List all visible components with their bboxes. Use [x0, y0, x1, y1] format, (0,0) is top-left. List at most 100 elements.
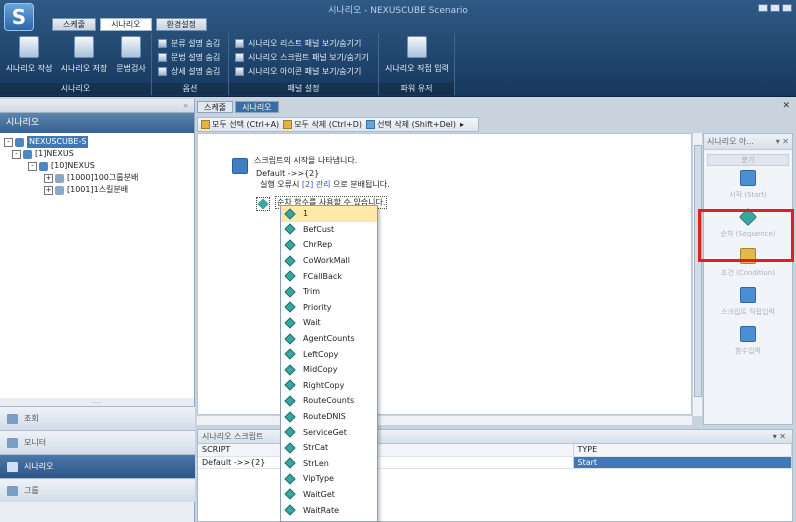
minimize-icon[interactable] [758, 4, 768, 12]
nav-label: 조회 [24, 414, 39, 423]
close-tab-icon[interactable]: ✕ [782, 101, 790, 111]
tree-node[interactable]: + [1000]100그룹분배 [4, 172, 190, 184]
doc-tab-schedule[interactable]: 스케줄 [197, 101, 234, 113]
tool-script-input[interactable]: 스크립트 직접입력 [704, 287, 792, 326]
ribbon-tabs: 스케줄 시나리오 환경설정 [52, 18, 207, 31]
scroll-thumb[interactable] [694, 145, 702, 397]
option-hide-detail[interactable]: 상세 설명 숨김 [158, 65, 220, 78]
autocomplete-label: Trim [303, 287, 321, 297]
left-pane: « 시나리오 - NEXUSCUBE-S - [1]NEXUS - [10]NEXUS… [0, 99, 195, 522]
autocomplete-item[interactable]: BefCust [281, 222, 377, 238]
autocomplete-item[interactable]: StrLen [281, 456, 377, 472]
toggle-icon-panel[interactable]: 시나리오 아이콘 패널 보기/숨기기 [235, 65, 361, 78]
autocomplete-item[interactable]: RightCopy [281, 378, 377, 394]
pane-pin-icon[interactable]: ▾ ✕ [776, 134, 789, 149]
tree-node[interactable]: - [1]NEXUS [4, 148, 190, 160]
autocomplete-label: MidCopy [303, 365, 338, 375]
splitter-grip[interactable]: .... [0, 398, 194, 406]
autocomplete-item[interactable]: CoWorkMall [281, 253, 377, 269]
tool-function-input[interactable]: 함수입력 [704, 326, 792, 365]
delete-selected-button[interactable]: 선택 삭제 (Shift+Del) [366, 119, 456, 130]
nav-search[interactable]: 조회 [0, 406, 195, 430]
tree-node[interactable]: + [1001]1스킬분배 [4, 184, 190, 196]
canvas-vertical-scrollbar[interactable] [692, 133, 702, 416]
type-cell: Start [573, 456, 792, 469]
select-all-button[interactable]: 모두 선택 (Ctrl+A) [201, 119, 279, 130]
ribbon-tab-scenario[interactable]: 시나리오 [100, 18, 152, 31]
autocomplete-item[interactable]: MidCopy [281, 362, 377, 378]
save-scenario-button[interactable]: 시나리오 저장 [58, 36, 110, 74]
panel-option-label: 시나리오 스크립트 패널 보기/숨기기 [248, 53, 369, 62]
create-scenario-button[interactable]: 시나리오 작성 [4, 36, 54, 74]
function-icon [284, 301, 296, 314]
close-icon[interactable] [782, 4, 792, 12]
function-icon [284, 348, 296, 360]
doc-tab-scenario[interactable]: 시나리오 [235, 101, 279, 113]
autocomplete-item[interactable]: RouteCounts [281, 393, 377, 409]
autocomplete-label: CoWorkMall [303, 256, 350, 266]
tree-node[interactable]: - NEXUSCUBE-S [4, 136, 190, 148]
scenario-canvas[interactable]: 스크립트의 시작을 나타냅니다. Default ->>{2} 실행 오류시 [… [197, 133, 692, 415]
error-suffix: 으로 분배됩니다. [330, 180, 390, 189]
group-label-scenario: 시나리오 [0, 83, 151, 95]
autocomplete-label: AgentCounts [303, 334, 355, 344]
nav-monitor[interactable]: 모니터 [0, 430, 195, 454]
autocomplete-item[interactable]: 1 [281, 206, 377, 222]
autocomplete-list[interactable]: 1 BefCust ChrRep CoWorkMall FCallBack Trim Pri… [280, 205, 378, 522]
column-header-type[interactable]: TYPE [573, 444, 792, 457]
toolbar-more[interactable]: ▸ [460, 120, 464, 129]
autocomplete-item[interactable]: Priority [281, 300, 377, 316]
autocomplete-item[interactable]: ChrRep [281, 237, 377, 253]
tool-start[interactable]: 시작 (Start) [704, 170, 792, 209]
group-label-power-user: 파워 유저 [379, 83, 454, 95]
autocomplete-item[interactable]: ServiceGet [281, 424, 377, 440]
autocomplete-item[interactable]: VipType [281, 471, 377, 487]
toggle-script-panel[interactable]: 시나리오 스크립트 패널 보기/숨기기 [235, 51, 369, 64]
function-icon [284, 426, 296, 438]
toggle-list-panel[interactable]: 시나리오 리스트 패널 보기/숨기기 [235, 37, 361, 50]
node-icon [39, 161, 48, 171]
nav-scenario[interactable]: 시나리오 [0, 454, 195, 478]
pane-pin-icon[interactable]: ▾ ✕ [773, 430, 786, 443]
edit-icon [407, 36, 427, 58]
ribbon-group-panel: 시나리오 리스트 패널 보기/숨기기 시나리오 스크립트 패널 보기/숨기기 시… [229, 33, 379, 95]
panel-option-label: 시나리오 아이콘 패널 보기/숨기기 [248, 67, 362, 76]
canvas-horizontal-scrollbar[interactable] [197, 415, 692, 425]
delete-all-button[interactable]: 모두 삭제 (Ctrl+D) [283, 119, 362, 130]
autocomplete-item[interactable]: FCallBack [281, 268, 377, 284]
toolbar-label: 모두 선택 (Ctrl+A) [212, 120, 280, 129]
option-hide-syntax[interactable]: 문법 설명 숨김 [158, 51, 220, 64]
autocomplete-item[interactable]: Wait [281, 315, 377, 331]
autocomplete-item[interactable]: Trim [281, 284, 377, 300]
tree-toggle-icon[interactable]: - [28, 161, 37, 171]
maximize-icon[interactable] [770, 4, 780, 12]
start-node-icon[interactable] [232, 158, 248, 174]
tree-toggle-icon[interactable]: - [12, 149, 21, 159]
autocomplete-item[interactable]: LeftCopy [281, 346, 377, 362]
function-icon [284, 379, 296, 391]
tree-toggle-icon[interactable]: + [44, 185, 53, 195]
tree-node[interactable]: - [10]NEXUS [4, 160, 190, 172]
ribbon-tab-schedule[interactable]: 스케줄 [52, 18, 97, 31]
autocomplete-item[interactable]: AgentCounts [281, 331, 377, 347]
syntax-check-button[interactable]: 문법검사 [112, 36, 150, 74]
autocomplete-label: VipType [303, 474, 334, 484]
nav-group[interactable]: 그룹 [0, 478, 195, 502]
autocomplete-item[interactable]: StrCat [281, 440, 377, 456]
autocomplete-item[interactable]: RouteDNIS [281, 409, 377, 425]
tree-toggle-icon[interactable]: + [44, 173, 53, 183]
option-hide-category[interactable]: 분류 설명 숨김 [158, 37, 220, 50]
error-route-link[interactable]: [2] 관리 [302, 180, 331, 189]
icon-pane-category[interactable]: 분기 [707, 154, 789, 166]
ribbon-tab-settings[interactable]: 환경설정 [155, 18, 207, 31]
autocomplete-item[interactable]: WaitRate [281, 502, 377, 518]
left-pane-collapse[interactable]: « [0, 99, 194, 113]
nav-label: 모니터 [24, 438, 47, 447]
icon-pane: 시나리오 아... ▾ ✕ 분기 시작 (Start) 순차 (Sequence… [703, 133, 793, 425]
autocomplete-item[interactable]: WaitGet [281, 487, 377, 503]
sequence-node[interactable] [256, 197, 270, 211]
tree-toggle-icon[interactable]: - [4, 137, 13, 147]
column-header-script[interactable]: SCRIPT [198, 444, 574, 457]
group-label-options: 옵션 [152, 83, 228, 95]
direct-input-button[interactable]: 시나리오 직접 입력 [383, 36, 451, 74]
